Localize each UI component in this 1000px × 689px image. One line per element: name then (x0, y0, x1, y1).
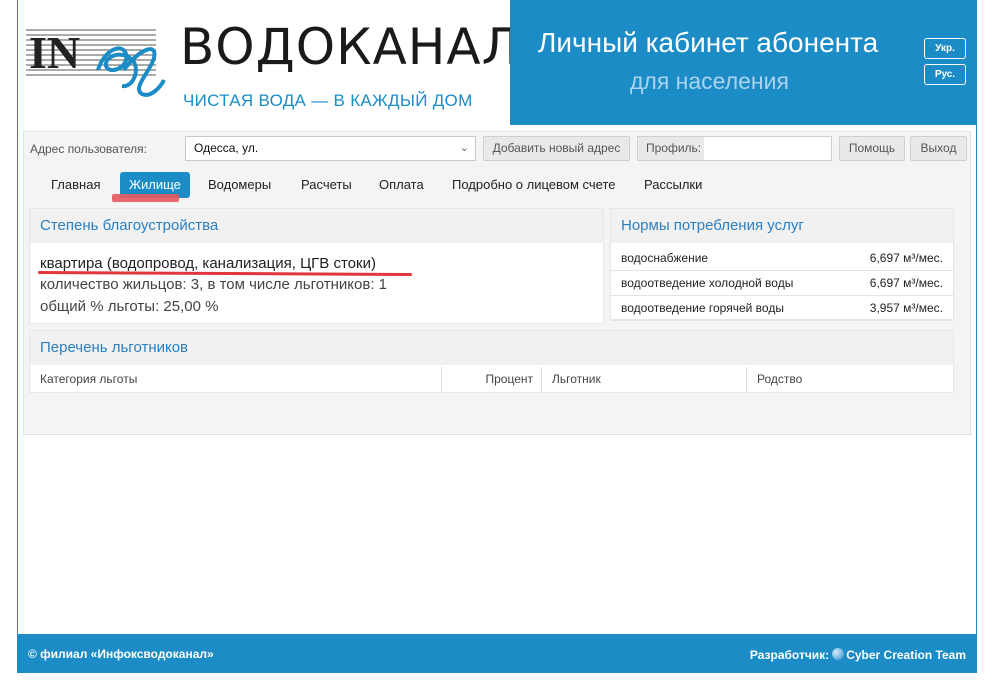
address-value: Одесса, ул. (194, 141, 259, 155)
address-label: Адрес пользователя: (30, 142, 148, 156)
globe-icon (832, 648, 845, 660)
norm-value: 3,957 м³/мес. (869, 301, 943, 315)
col-beneficiary[interactable]: Льготник (542, 367, 747, 392)
tab-meters[interactable]: Водомеры (199, 172, 280, 198)
norms-panel: Нормы потребления услуг водоснабжение 6,… (610, 208, 954, 321)
norm-name: водоснабжение (621, 251, 709, 265)
profile-label: Профиль: (638, 137, 704, 160)
tab-calculations[interactable]: Расчеты (292, 172, 361, 198)
residents-count: количество жильцов: 3, в том числе льгот… (40, 276, 388, 293)
header: IN ВОДОКАНАЛ ЧИСТАЯ ВОДА — В КАЖДЫЙ ДОМ … (18, 0, 976, 125)
tab-account-details[interactable]: Подробно о лицевом счете (443, 172, 625, 198)
developer-label: Разработчик: (749, 648, 830, 662)
norm-row: водоотведение горячей воды 3,957 м³/мес. (611, 296, 953, 321)
developer-name[interactable]: Cyber Creation Team (846, 648, 966, 662)
norm-name: водоотведение горячей воды (621, 301, 784, 315)
cabinet-banner: Личный кабинет абонента для населения Ук… (510, 0, 976, 125)
footer: © филиал «Инфоксводоканал» Разработчик: C… (18, 634, 976, 673)
norm-row: водоснабжение 6,697 м³/мес. (611, 246, 953, 271)
copyright: © филиал «Инфоксводоканал» (28, 647, 214, 661)
logo-letters: IN (29, 27, 80, 78)
banner-subtitle: для населения (630, 68, 789, 94)
brand-name: ВОДОКАНАЛ (180, 18, 521, 76)
beneficiaries-panel: Перечень льготников Категория льготы Про… (29, 330, 954, 393)
norm-value: 6,697 м³/мес. (869, 276, 943, 290)
col-percent[interactable]: Процент (442, 367, 542, 392)
benefit-percent: общий % льготы: 25,00 % (40, 298, 219, 315)
norm-name: водоотведение холодной воды (621, 276, 794, 290)
col-benefit-category[interactable]: Категория льготы (30, 367, 442, 392)
lang-rus-button[interactable]: Рус. (924, 64, 966, 85)
housing-panel: Степень благоустройства квартира (водопр… (29, 208, 604, 324)
address-select[interactable]: Одесса, ул. ⌄ (185, 136, 476, 161)
infox-logo-icon: IN (26, 27, 166, 97)
col-relationship[interactable]: Родство (747, 367, 953, 392)
norm-row: водоотведение холодной воды 6,697 м³/мес… (611, 271, 953, 296)
tab-main[interactable]: Главная (42, 172, 109, 198)
banner-title: Личный кабинет абонента (538, 27, 879, 58)
developer-credit: Разработчик: Cyber Creation Team (750, 648, 966, 662)
tab-highlight-mark (112, 194, 179, 202)
lang-ukr-button[interactable]: Укр. (924, 38, 966, 59)
exit-button[interactable]: Выход (910, 136, 967, 161)
norms-title: Нормы потребления услуг (611, 209, 953, 243)
housing-type: квартира (водопровод, канализация, ЦГВ с… (40, 255, 376, 272)
brand-slogan: ЧИСТАЯ ВОДА — В КАЖДЫЙ ДОМ (183, 91, 473, 110)
housing-title: Степень благоустройства (30, 209, 603, 243)
profile-field[interactable]: Профиль: (637, 136, 832, 161)
toolbar: Адрес пользователя: Одесса, ул. ⌄ Добави… (24, 132, 970, 166)
main-content: Адрес пользователя: Одесса, ул. ⌄ Добави… (23, 131, 971, 435)
add-address-button[interactable]: Добавить новый адрес (483, 136, 630, 161)
page-frame: IN ВОДОКАНАЛ ЧИСТАЯ ВОДА — В КАЖДЫЙ ДОМ … (17, 0, 977, 673)
beneficiaries-title: Перечень льготников (30, 331, 953, 365)
help-button[interactable]: Помощь (839, 136, 905, 161)
chevron-down-icon: ⌄ (459, 142, 469, 154)
tab-mailings[interactable]: Рассылки (635, 172, 711, 198)
logo-area: IN ВОДОКАНАЛ ЧИСТАЯ ВОДА — В КАЖДЫЙ ДОМ (18, 0, 519, 125)
tab-payment[interactable]: Оплата (370, 172, 433, 198)
norm-value: 6,697 м³/мес. (869, 251, 943, 265)
